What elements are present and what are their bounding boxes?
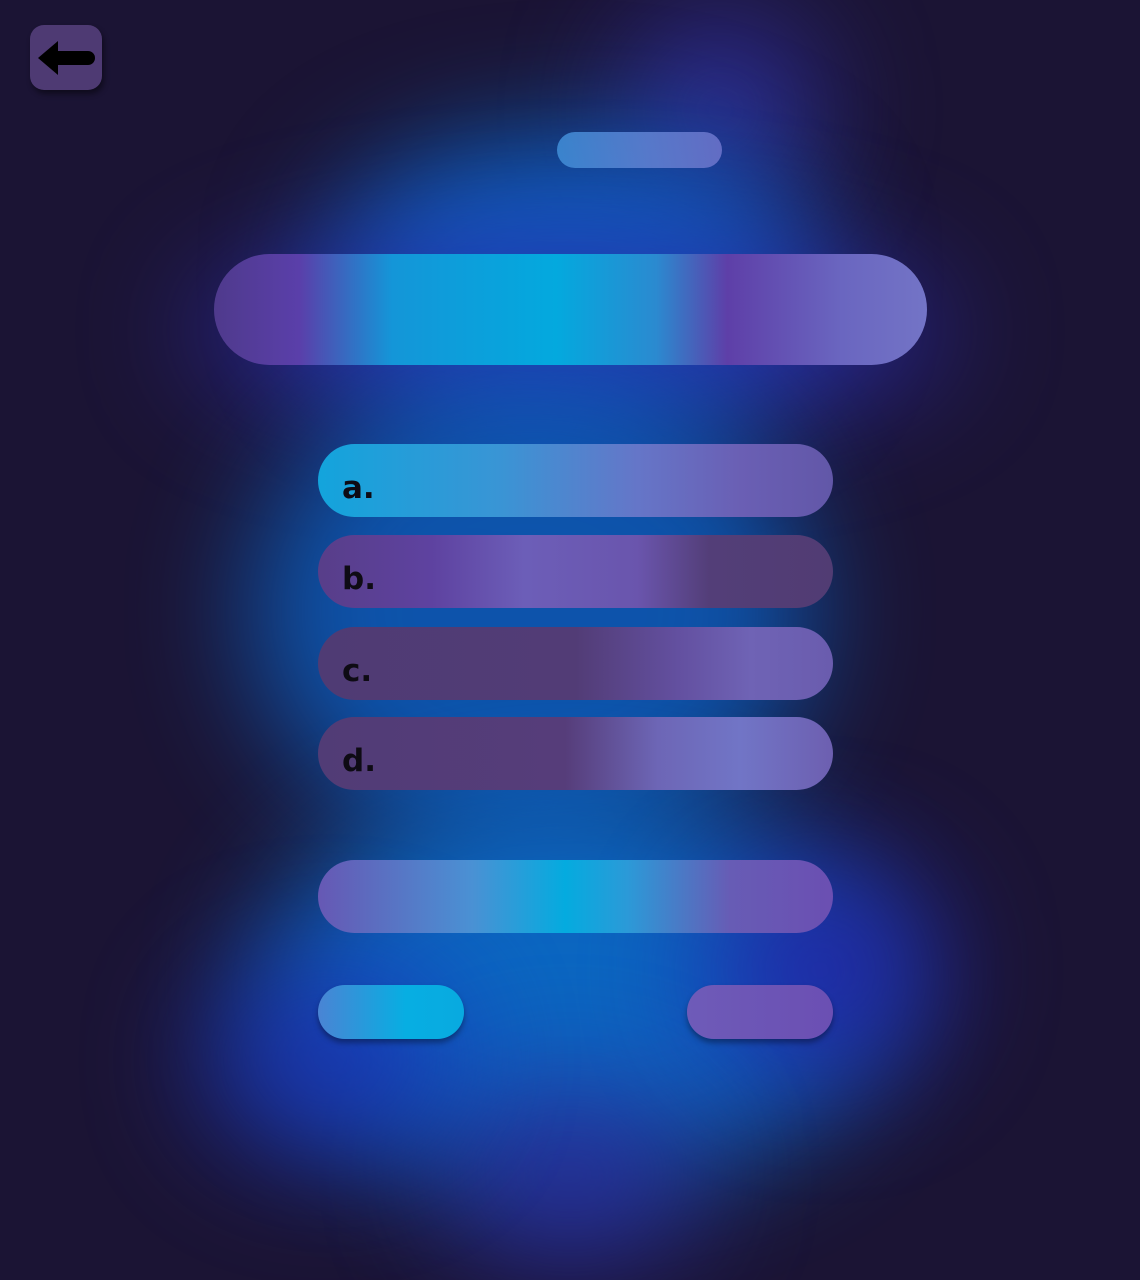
option-c[interactable]: c. bbox=[318, 627, 833, 700]
option-letter: b. bbox=[342, 560, 376, 597]
option-letter: a. bbox=[342, 469, 375, 506]
right-action-button[interactable] bbox=[687, 985, 833, 1039]
glow-blob bbox=[440, 1080, 700, 1270]
question-progress-pill bbox=[557, 132, 722, 168]
option-letter: c. bbox=[342, 652, 373, 689]
question-text-bar bbox=[214, 254, 927, 365]
option-a[interactable]: a. bbox=[318, 444, 833, 517]
glow-blob bbox=[620, 10, 820, 210]
option-b[interactable]: b. bbox=[318, 535, 833, 608]
back-button[interactable] bbox=[30, 25, 102, 90]
option-d[interactable]: d. bbox=[318, 717, 833, 790]
left-action-button[interactable] bbox=[318, 985, 464, 1039]
arrow-left-icon bbox=[38, 40, 95, 75]
answer-field[interactable] bbox=[318, 860, 833, 933]
option-letter: d. bbox=[342, 742, 376, 779]
